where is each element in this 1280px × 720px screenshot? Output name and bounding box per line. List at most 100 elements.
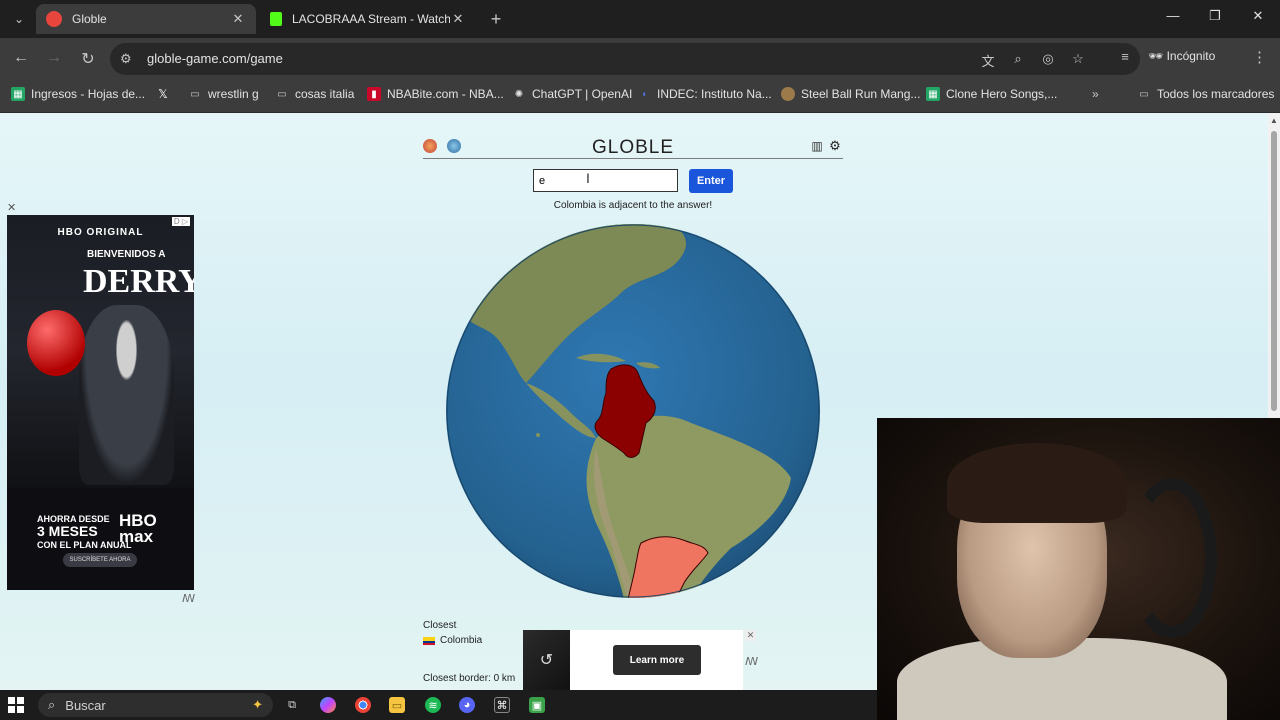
bookmark-label: Todos los marcadores (1157, 87, 1275, 101)
bookmark-item[interactable]: 𝕏 (156, 87, 176, 101)
enter-button[interactable]: Enter (689, 169, 733, 193)
zoom-icon[interactable]: ⌕ (1007, 51, 1029, 67)
bookmark-folder[interactable]: ▭ cosas italia (275, 87, 354, 101)
folder-icon: ▭ (1139, 88, 1149, 100)
search-placeholder: Buscar (65, 697, 106, 713)
indec-icon: ◖ (640, 88, 648, 100)
nba-icon: ▮ (367, 87, 381, 101)
stats-icon[interactable]: ▥ (810, 139, 824, 153)
page-title: GLOBLE (591, 137, 675, 158)
ad-subheadline: BIENVENIDOS A (87, 249, 166, 260)
tab-kick-stream[interactable]: LACOBRAAA Stream - Watch Li ✕ (260, 4, 476, 34)
bottom-advertisement[interactable]: ↺ Learn more (523, 630, 743, 690)
close-window-icon[interactable]: ✕ (1243, 8, 1273, 24)
taskbar-search[interactable]: ⌕ Buscar ✦ (38, 693, 273, 717)
bookmark-label: NBABite.com - NBA... (387, 87, 504, 101)
logo-line: max (119, 527, 154, 546)
headset-illustration (1127, 478, 1217, 638)
bookmark-folder[interactable]: ▭ wrestlin g (188, 87, 259, 101)
tab-title: Globle (72, 12, 107, 26)
ad-choices-icon[interactable]: ꟿ (745, 655, 758, 668)
close-tab-icon[interactable]: ✕ (230, 11, 246, 27)
ad-choices-icon[interactable]: ꟿ (182, 592, 195, 605)
closest-label: Closest (423, 620, 457, 631)
text-cursor-icon: I (586, 170, 590, 186)
scroll-up-icon[interactable]: ▲ (1270, 116, 1278, 125)
tab-globle[interactable]: Globle ✕ (36, 4, 256, 34)
file-explorer-icon[interactable]: ▭ (389, 697, 405, 713)
x-icon: 𝕏 (158, 87, 168, 101)
reload-icon[interactable]: ↻ (76, 49, 100, 69)
ad-offer-highlight: 3 MESES (37, 523, 98, 539)
ad-subscribe-button[interactable]: SUSCRÍBETE AHORA (63, 553, 137, 567)
bookmark-label: Clone Hero Songs,... (946, 87, 1058, 101)
ad-close-icon[interactable]: ✕ (7, 201, 16, 214)
bookmarks-bar: ▦ Ingresos - Hojas de... 𝕏 ▭ wrestlin g … (0, 80, 1280, 113)
bookmark-item[interactable]: ▮ NBABite.com - NBA... (367, 87, 504, 101)
copilot-icon[interactable] (320, 697, 336, 713)
clown-illustration (79, 305, 174, 485)
bookmark-item[interactable]: Steel Ball Run Mang... (781, 87, 920, 101)
scrollbar-thumb[interactable] (1271, 131, 1277, 411)
minimize-icon[interactable]: — (1158, 8, 1188, 23)
bookmark-item[interactable]: ◖ INDEC: Instituto Na... (637, 87, 772, 101)
colombia-flag-icon (423, 636, 435, 645)
webcam-overlay (877, 418, 1280, 720)
guess-input[interactable] (533, 169, 678, 192)
bookmark-label: INDEC: Instituto Na... (657, 87, 772, 101)
media-controls-icon[interactable]: ≡ (1113, 49, 1137, 64)
windows-start-icon[interactable] (8, 697, 24, 713)
bookmark-label: wrestlin g (208, 87, 259, 101)
spotify-icon[interactable]: ≋ (425, 697, 441, 713)
all-bookmarks-folder[interactable]: ▭ Todos los marcadores (1137, 87, 1274, 101)
tracking-blocked-icon[interactable]: ◎ (1037, 51, 1059, 67)
capcut-icon[interactable]: ⌘ (494, 697, 510, 713)
bookmark-label: cosas italia (295, 87, 355, 101)
forward-icon[interactable]: → (42, 49, 66, 67)
incognito-label: Incógnito (1166, 49, 1216, 63)
close-tab-icon[interactable]: ✕ (450, 11, 466, 27)
ad-offer-line: CON EL PLAN ANUAL (37, 540, 132, 550)
new-tab-icon[interactable]: + (486, 9, 506, 30)
tab-strip: ⌄ Globle ✕ LACOBRAAA Stream - Watch Li ✕… (0, 0, 1280, 38)
learn-more-button[interactable]: Learn more (613, 645, 701, 675)
chrome-icon[interactable] (355, 697, 371, 713)
translate-icon[interactable]: 文 (977, 51, 999, 70)
folder-icon: ▭ (190, 88, 200, 100)
globe-map[interactable] (446, 223, 820, 599)
bottom-ad-close-icon[interactable]: ✕ (745, 630, 756, 641)
hbo-advertisement[interactable]: D ▷ HBO ORIGINAL BIENVENIDOS A DERRY AHO… (7, 215, 194, 590)
sheets-icon: ▦ (11, 87, 25, 101)
copilot-sparkle-icon: ✦ (252, 697, 263, 712)
back-icon[interactable]: ← (9, 49, 33, 67)
restore-icon[interactable]: ❐ (1200, 8, 1230, 24)
ad-info-icon[interactable]: D ▷ (171, 217, 190, 226)
tab-search-icon[interactable]: ⌄ (8, 8, 30, 30)
hbo-max-logo: HBO max (119, 512, 157, 546)
tab-title: LACOBRAAA Stream - Watch Li (292, 12, 450, 26)
bookmark-item[interactable]: ▦ Clone Hero Songs,... (926, 87, 1057, 101)
ad-poster: D ▷ HBO ORIGINAL BIENVENIDOS A DERRY (7, 215, 194, 488)
incognito-indicator[interactable]: 🕶 Incógnito (1148, 49, 1215, 63)
closest-country: Colombia (423, 635, 482, 646)
bookmark-item[interactable]: ▦ Ingresos - Hojas de... (11, 87, 145, 101)
url-text: globle-game.com/game (147, 51, 283, 66)
bookmark-item[interactable]: ✺ ChatGPT | OpenAI (512, 87, 632, 101)
openai-icon: ✺ (514, 88, 524, 100)
ad-replay-icon[interactable]: ↺ (523, 630, 570, 690)
browser-toolbar: ← → ↻ ⚙ globle-game.com/game 文 ⌕ ◎ ☆ ≡ 🕶… (0, 38, 1280, 80)
settings-gear-icon[interactable]: ⚙ (828, 138, 842, 153)
bookmark-star-icon[interactable]: ☆ (1067, 51, 1089, 67)
ad-headline: DERRY (83, 263, 194, 300)
browser-menu-icon[interactable]: ⋮ (1252, 48, 1267, 66)
address-bar[interactable]: ⚙ globle-game.com/game 文 ⌕ ◎ ☆ (110, 43, 1140, 75)
bookmark-label: Steel Ball Run Mang... (801, 87, 921, 101)
task-view-icon[interactable]: ⧉ (284, 697, 300, 713)
site-settings-icon[interactable]: ⚙ (120, 51, 132, 67)
globe[interactable] (446, 223, 820, 599)
app-launcher-icon[interactable]: ▣ (529, 697, 545, 713)
more-bookmarks-icon[interactable]: » (1092, 87, 1099, 101)
incognito-icon: 🕶 (1148, 49, 1164, 63)
discord-icon[interactable]: ◕ (459, 697, 475, 713)
webcam-person-hair (947, 443, 1127, 523)
